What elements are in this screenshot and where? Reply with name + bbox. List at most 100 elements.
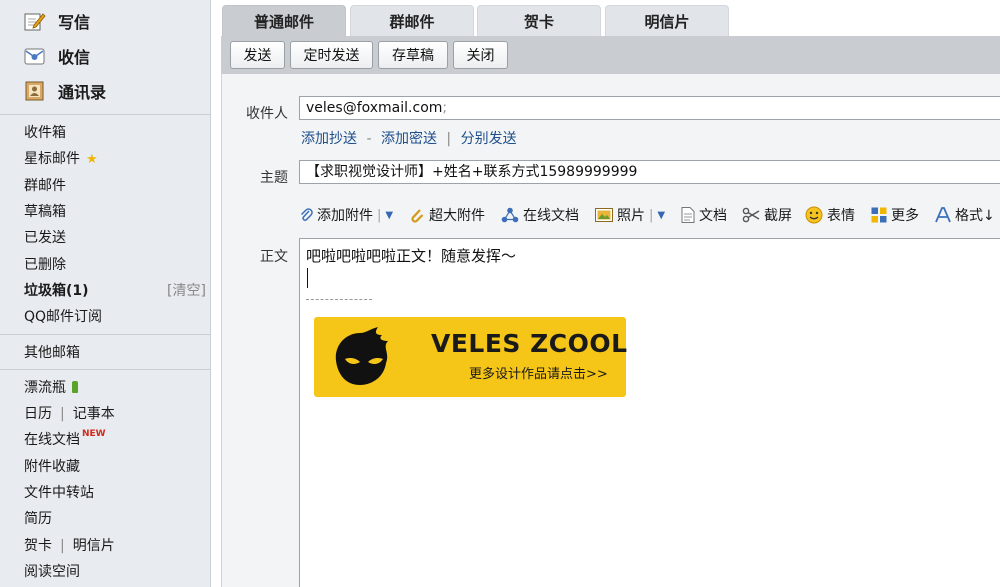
sidebar-item-group[interactable]: 群邮件 — [24, 176, 66, 196]
main-area: 普通邮件 群邮件 贺卡 明信片 发送 定时发送 存草稿 关闭 收件人 veles… — [221, 0, 1000, 587]
signature-banner[interactable]: VELES ZCOOL 更多设计作品请点击>> — [314, 317, 628, 397]
clear-spam-link[interactable]: [清空] — [167, 281, 206, 301]
sidebar-item-postcard[interactable]: 明信片 — [73, 538, 115, 554]
banner-subtitle: 更多设计作品请点击>> — [469, 367, 608, 382]
write-mail-link[interactable]: 写信 — [24, 9, 90, 33]
sidebar-divider — [0, 114, 211, 115]
document-icon — [681, 207, 695, 223]
emoji-label: 表情 — [827, 208, 855, 224]
sidebar-item-deleted[interactable]: 已删除 — [24, 255, 66, 275]
close-button[interactable]: 关闭 — [453, 41, 508, 69]
subject-input[interactable]: 【求职视觉设计师】+姓名+联系方式15989999999 — [299, 160, 1000, 184]
receive-mail-link[interactable]: 收信 — [24, 44, 90, 68]
sidebar: 写信 收信 通讯录 收件箱 星标邮件 ★ 群邮件 草稿箱 已发送 已删除 垃圾箱(… — [0, 0, 211, 587]
dash-separator: - — [366, 131, 372, 147]
body-text: 吧啦吧啦吧啦正文！随意发挥～ — [306, 247, 517, 265]
sidebar-row-card-postcard: 贺卡 | 明信片 — [24, 536, 115, 556]
recipient-options: 添加抄送 - 添加密送 | 分别发送 — [301, 128, 517, 148]
write-mail-label: 写信 — [58, 13, 91, 32]
save-draft-button[interactable]: 存草稿 — [378, 41, 448, 69]
scissors-icon — [742, 207, 760, 223]
body-label: 正文 — [260, 249, 288, 265]
compose-toolbar: 发送 定时发送 存草稿 关闭 — [221, 36, 1000, 74]
sidebar-item-sent[interactable]: 已发送 — [24, 228, 66, 248]
document-button[interactable]: 文档 — [681, 204, 727, 226]
sidebar-item-starred[interactable]: 星标邮件 ★ — [24, 149, 98, 169]
online-doc-button[interactable]: 在线文档 — [501, 204, 579, 226]
bottle-icon — [72, 381, 78, 393]
sidebar-item-label: 在线文档 — [24, 432, 80, 448]
envelope-icon — [24, 46, 46, 66]
chevron-down-icon[interactable]: ▼ — [657, 210, 665, 221]
tab-normal-mail[interactable]: 普通邮件 — [222, 5, 346, 36]
grid-icon — [871, 207, 887, 223]
editor-toolbar: 添加附件 | ▼ 超大附件 在线文档 照片 | ▼ 文档 截屏 表情 更多 格式… — [299, 204, 1000, 226]
format-label: 格式↓ — [955, 208, 995, 224]
big-paperclip-icon — [411, 209, 424, 223]
contacts-book-icon — [24, 81, 46, 101]
compose-tabs: 普通邮件 群邮件 贺卡 明信片 — [221, 0, 1000, 36]
separator: | — [377, 207, 382, 223]
signature-divider — [306, 299, 372, 300]
photo-icon — [595, 208, 613, 222]
sidebar-item-attachments[interactable]: 附件收藏 — [24, 457, 80, 477]
sidebar-item-resume[interactable]: 简历 — [24, 509, 52, 529]
screenshot-label: 截屏 — [764, 208, 792, 224]
photo-label: 照片 — [617, 208, 645, 224]
separator: | — [60, 406, 65, 422]
sidebar-divider — [0, 369, 211, 370]
sidebar-item-calendar[interactable]: 日历 — [24, 406, 52, 422]
online-doc-label: 在线文档 — [523, 208, 579, 224]
to-label: 收件人 — [246, 106, 288, 122]
subject-label: 主题 — [260, 170, 288, 186]
share-nodes-icon — [501, 207, 519, 223]
to-value: veles@foxmail.com — [306, 100, 443, 116]
sidebar-item-qq-subscribe[interactable]: QQ邮件订阅 — [24, 307, 102, 327]
pencil-note-icon — [24, 11, 46, 31]
sidebar-item-label: 漂流瓶 — [24, 380, 66, 396]
add-attachment-button[interactable]: 添加附件 | ▼ — [299, 204, 393, 226]
tab-postcard[interactable]: 明信片 — [605, 5, 729, 36]
banner-title: VELES ZCOOL — [431, 329, 628, 358]
big-attachment-label: 超大附件 — [429, 208, 485, 224]
chevron-down-icon[interactable]: ▼ — [385, 210, 393, 221]
add-cc-link[interactable]: 添加抄送 — [301, 131, 357, 147]
sidebar-item-file-transfer[interactable]: 文件中转站 — [24, 483, 94, 503]
big-attachment-button[interactable]: 超大附件 — [409, 204, 485, 226]
body-editor[interactable]: 吧啦吧啦吧啦正文！随意发挥～ VELES ZCOOL 更多设计作品请点击>> — [299, 238, 1000, 587]
photo-button[interactable]: 照片 | ▼ — [595, 204, 665, 226]
to-suffix: ; — [442, 100, 448, 116]
document-label: 文档 — [699, 208, 727, 224]
separator: | — [649, 207, 654, 223]
sidebar-item-drift-bottle[interactable]: 漂流瓶 — [24, 378, 78, 398]
contacts-link[interactable]: 通讯录 — [24, 79, 106, 103]
more-label: 更多 — [891, 208, 919, 224]
sidebar-item-other-mailbox[interactable]: 其他邮箱 — [24, 343, 80, 363]
to-input[interactable]: veles@foxmail.com; — [299, 96, 1000, 120]
bar-separator: | — [446, 131, 452, 147]
sidebar-item-online-docs[interactable]: 在线文档 NEW — [24, 429, 106, 450]
add-bcc-link[interactable]: 添加密送 — [381, 131, 437, 147]
send-button[interactable]: 发送 — [230, 41, 285, 69]
add-attachment-label: 添加附件 — [317, 208, 373, 224]
sidebar-item-reading-space[interactable]: 阅读空间 — [24, 562, 80, 582]
smiley-icon — [805, 206, 823, 224]
text-cursor — [307, 268, 308, 288]
tab-group-mail[interactable]: 群邮件 — [350, 5, 474, 36]
sidebar-item-spam[interactable]: 垃圾箱(1) — [24, 281, 89, 301]
sidebar-item-notepad[interactable]: 记事本 — [73, 406, 115, 422]
separate-send-link[interactable]: 分别发送 — [461, 131, 517, 147]
sidebar-row-calendar-notepad: 日历 | 记事本 — [24, 404, 115, 424]
sidebar-item-inbox[interactable]: 收件箱 — [24, 123, 66, 143]
letter-a-icon — [935, 207, 951, 223]
format-button[interactable]: 格式↓ — [935, 204, 995, 226]
sidebar-item-drafts[interactable]: 草稿箱 — [24, 202, 66, 222]
tab-greeting-card[interactable]: 贺卡 — [477, 5, 601, 36]
sidebar-item-greeting-card[interactable]: 贺卡 — [24, 538, 52, 554]
screenshot-button[interactable]: 截屏 — [742, 204, 792, 226]
scheduled-send-button[interactable]: 定时发送 — [290, 41, 373, 69]
more-button[interactable]: 更多 — [871, 204, 919, 226]
emoji-button[interactable]: 表情 — [805, 204, 855, 226]
separator: | — [60, 538, 65, 554]
flame-mascot-icon — [335, 327, 388, 385]
